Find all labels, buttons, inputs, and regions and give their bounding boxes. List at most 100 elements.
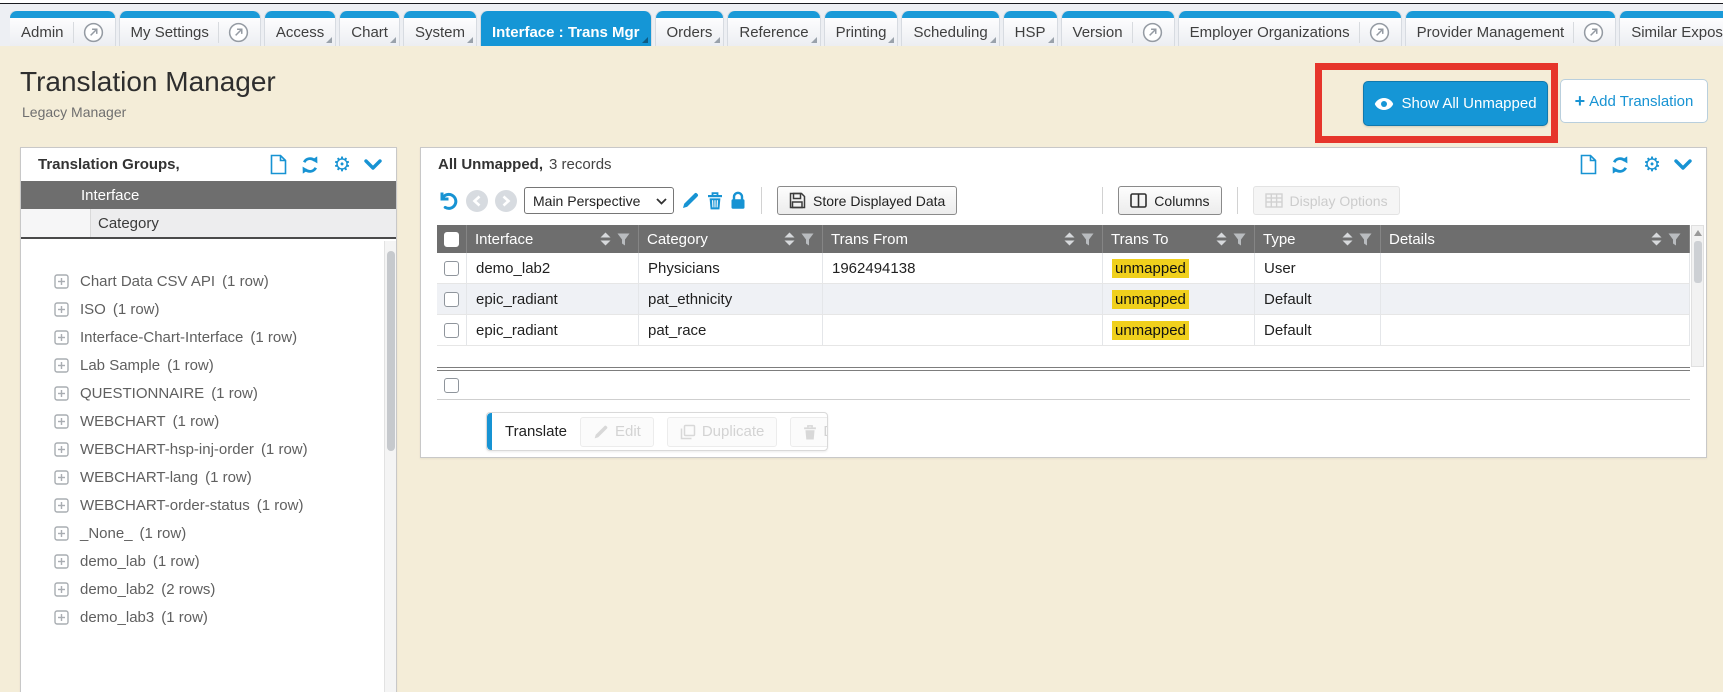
tab-reference[interactable]: Reference: [728, 11, 819, 46]
trash-icon[interactable]: [707, 191, 723, 210]
columns-button[interactable]: Columns: [1118, 186, 1221, 215]
group-item-webchart[interactable]: WEBCHART (1 row): [21, 407, 384, 435]
tab-label: Interface : Trans Mgr: [492, 24, 640, 41]
perspective-select[interactable]: Main Perspective: [524, 187, 674, 214]
sort-icon[interactable]: [784, 232, 795, 246]
collapse-chevron-icon[interactable]: [1674, 159, 1692, 171]
tab-admin[interactable]: Admin: [10, 11, 115, 46]
edit-label: Edit: [615, 423, 641, 440]
group-item-webchart-hsp-inj-order[interactable]: WEBCHART-hsp-inj-order (1 row): [21, 435, 384, 463]
filter-icon[interactable]: [1233, 233, 1246, 246]
expand-plus-icon[interactable]: [54, 386, 69, 401]
table-scrollbar[interactable]: [1691, 225, 1704, 367]
group-item-iso[interactable]: ISO (1 row): [21, 295, 384, 323]
collapse-chevron-icon[interactable]: [364, 159, 382, 171]
group-item-webchart-order-status[interactable]: WEBCHART-order-status (1 row): [21, 491, 384, 519]
sort-icon[interactable]: [600, 232, 611, 246]
expand-plus-icon[interactable]: [54, 330, 69, 345]
sort-icon[interactable]: [1064, 232, 1075, 246]
group-item-chart-data-csv-api[interactable]: Chart Data CSV API (1 row): [21, 267, 384, 295]
group-item-interface-chart-interface[interactable]: Interface-Chart-Interface (1 row): [21, 323, 384, 351]
gear-icon[interactable]: ⚙: [1643, 155, 1661, 175]
expand-plus-icon[interactable]: [54, 610, 69, 625]
group-row-count: (2 rows): [161, 581, 215, 598]
left-panel-scrollbar[interactable]: [384, 241, 396, 692]
expand-plus-icon[interactable]: [54, 442, 69, 457]
tab-hsp[interactable]: HSP: [1004, 11, 1057, 46]
tab-printing[interactable]: Printing: [825, 11, 898, 46]
scrollbar-thumb[interactable]: [387, 251, 395, 451]
add-translation-button[interactable]: + Add Translation: [1560, 79, 1708, 123]
scrollbar-thumb[interactable]: [1694, 241, 1702, 283]
pencil-icon[interactable]: [681, 191, 700, 210]
tab-similar-exposure-groups-segs[interactable]: Similar Exposure Groups (SEGs): [1620, 11, 1723, 46]
refresh-icon[interactable]: [1610, 155, 1630, 175]
footer-select-checkbox[interactable]: [444, 378, 459, 393]
expand-plus-icon[interactable]: [54, 274, 69, 289]
group-item-demo-lab3[interactable]: demo_lab3 (1 row): [21, 603, 384, 631]
sort-icon[interactable]: [1216, 232, 1227, 246]
table-row[interactable]: epic_radiantpat_ethnicityunmappedDefault: [437, 284, 1690, 315]
open-in-window-icon[interactable]: [1573, 22, 1604, 43]
group-item-demo-lab2[interactable]: demo_lab2 (2 rows): [21, 575, 384, 603]
tab-employer-organizations[interactable]: Employer Organizations: [1179, 11, 1401, 46]
table-row[interactable]: demo_lab2Physicians1962494138unmappedUse…: [437, 253, 1690, 284]
group-item-none[interactable]: _None_ (1 row): [21, 519, 384, 547]
sort-icon[interactable]: [1651, 232, 1662, 246]
expand-plus-icon[interactable]: [54, 498, 69, 513]
refresh-icon[interactable]: [300, 155, 320, 175]
sort-icon[interactable]: [1342, 232, 1353, 246]
table-row[interactable]: epic_radiantpat_raceunmappedDefault: [437, 315, 1690, 346]
undo-icon[interactable]: [437, 191, 459, 211]
open-in-window-icon[interactable]: [1359, 22, 1390, 43]
open-in-window-icon[interactable]: [218, 22, 249, 43]
delete-button[interactable]: Delete: [790, 417, 828, 447]
tab-interface-trans-mgr[interactable]: Interface : Trans Mgr: [481, 11, 651, 46]
row-checkbox[interactable]: [444, 292, 459, 307]
new-document-icon[interactable]: [270, 154, 287, 175]
tab-scheduling[interactable]: Scheduling: [902, 11, 998, 46]
expand-plus-icon[interactable]: [54, 526, 69, 541]
filter-icon[interactable]: [1081, 233, 1094, 246]
filter-icon[interactable]: [617, 233, 630, 246]
filter-icon[interactable]: [1359, 233, 1372, 246]
filter-icon[interactable]: [801, 233, 814, 246]
tab-version[interactable]: Version: [1062, 11, 1174, 46]
duplicate-button[interactable]: Duplicate: [667, 417, 778, 447]
display-options-button[interactable]: Display Options: [1253, 186, 1400, 215]
edit-button[interactable]: Edit: [580, 417, 654, 447]
group-row-count: (1 row): [140, 525, 187, 542]
group-item-questionnaire[interactable]: QUESTIONNAIRE (1 row): [21, 379, 384, 407]
row-checkbox[interactable]: [444, 261, 459, 276]
group-item-lab-sample[interactable]: Lab Sample (1 row): [21, 351, 384, 379]
group-item-webchart-lang[interactable]: WEBCHART-lang (1 row): [21, 463, 384, 491]
scrollbar-up-arrow[interactable]: [1694, 230, 1702, 236]
lock-icon[interactable]: [730, 191, 746, 210]
store-displayed-data-button[interactable]: Store Displayed Data: [777, 186, 957, 215]
expand-plus-icon[interactable]: [54, 582, 69, 597]
open-in-window-icon[interactable]: [1132, 22, 1163, 43]
select-all-checkbox[interactable]: [444, 232, 459, 247]
history-forward-button[interactable]: [495, 190, 517, 212]
row-checkbox[interactable]: [444, 323, 459, 338]
tab-provider-management[interactable]: Provider Management: [1406, 11, 1616, 46]
gear-icon[interactable]: ⚙: [333, 155, 351, 175]
cell-interface: epic_radiant: [467, 284, 639, 314]
group-item-demo-lab[interactable]: demo_lab (1 row): [21, 547, 384, 575]
expand-plus-icon[interactable]: [54, 302, 69, 317]
expand-plus-icon[interactable]: [54, 414, 69, 429]
group-column-header: Interface: [21, 181, 396, 209]
history-back-button[interactable]: [466, 190, 488, 212]
tab-my-settings[interactable]: My Settings: [120, 11, 260, 46]
expand-plus-icon[interactable]: [54, 554, 69, 569]
tab-orders[interactable]: Orders: [656, 11, 724, 46]
expand-plus-icon[interactable]: [54, 470, 69, 485]
filter-icon[interactable]: [1668, 233, 1681, 246]
tab-chart[interactable]: Chart: [340, 11, 399, 46]
tab-system[interactable]: System: [404, 11, 476, 46]
new-document-icon[interactable]: [1580, 154, 1597, 175]
expand-plus-icon[interactable]: [54, 358, 69, 373]
open-in-window-icon[interactable]: [73, 22, 104, 43]
tab-access[interactable]: Access: [265, 11, 335, 46]
show-all-unmapped-button[interactable]: Show All Unmapped: [1363, 81, 1548, 126]
